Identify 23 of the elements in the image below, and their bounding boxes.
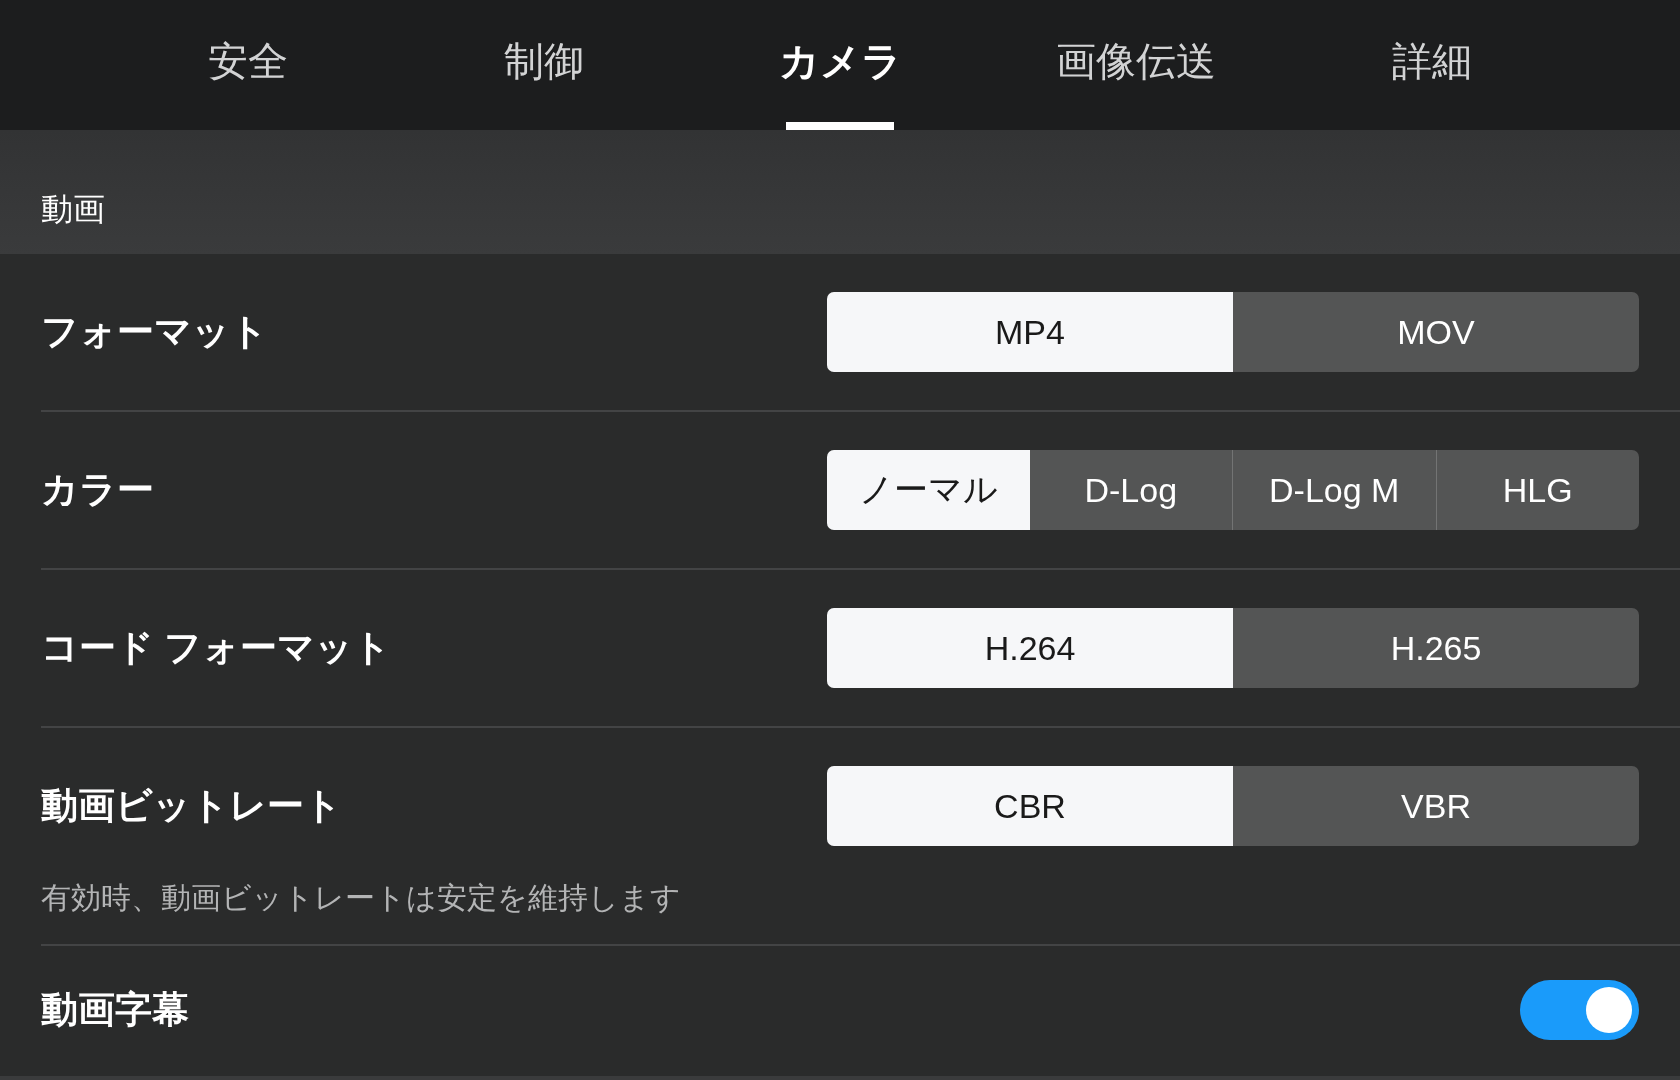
segment-option[interactable]: D-Log	[1029, 450, 1232, 530]
segment-option[interactable]: VBR	[1233, 766, 1639, 846]
segment-option[interactable]: D-Log M	[1232, 450, 1436, 530]
tab[interactable]: 詳細	[1284, 0, 1580, 130]
setting-label: カラー	[41, 468, 154, 512]
setting-label: 動画ビットレート	[41, 784, 342, 828]
setting-description: 有効時、動画ビットレートは安定を維持します	[41, 880, 682, 916]
tab[interactable]: 安全	[100, 0, 396, 130]
segment-option[interactable]: HLG	[1435, 450, 1639, 530]
setting-label: 動画字幕	[41, 988, 189, 1032]
tab[interactable]: 制御	[396, 0, 692, 130]
segment-option[interactable]: H.265	[1233, 608, 1639, 688]
toggle-switch[interactable]	[1520, 980, 1639, 1040]
setting-label: フォーマット	[41, 310, 268, 354]
segment-option[interactable]: MOV	[1233, 292, 1639, 372]
tab[interactable]: カメラ	[692, 0, 988, 130]
tab[interactable]: 画像伝送	[988, 0, 1284, 130]
segment-option[interactable]: ノーマル	[827, 450, 1030, 530]
segment-option[interactable]: H.264	[827, 608, 1233, 688]
segment-option[interactable]: MP4	[827, 292, 1233, 372]
segment-option[interactable]: CBR	[827, 766, 1233, 846]
section-title: 動画	[41, 190, 105, 229]
setting-label: コード フォーマット	[41, 626, 392, 670]
